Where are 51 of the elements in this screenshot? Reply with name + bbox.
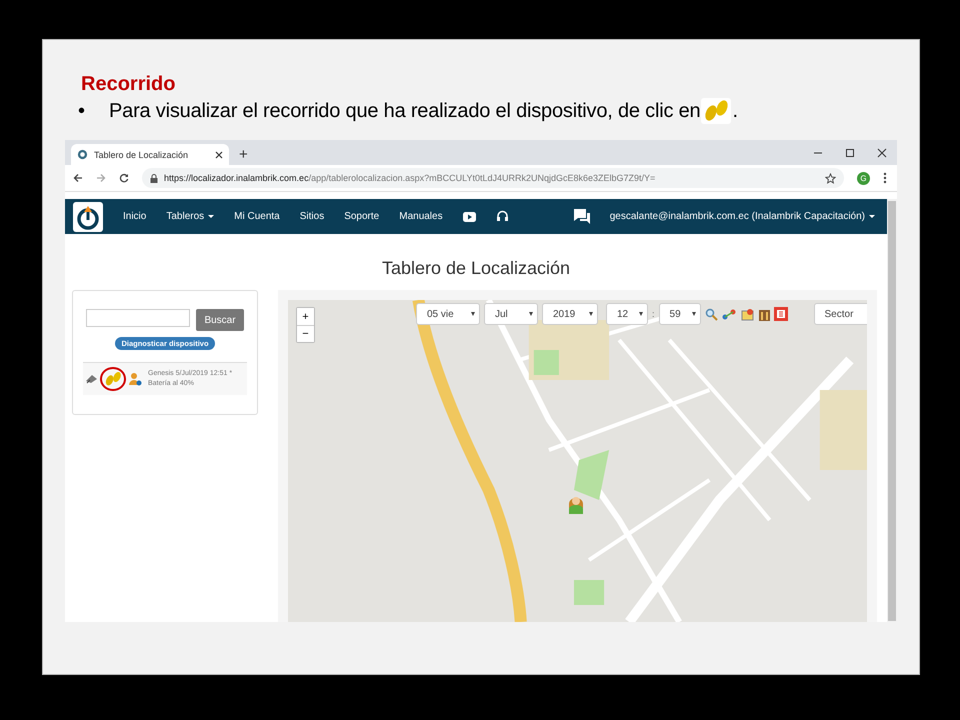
search-icon[interactable] xyxy=(704,308,718,320)
user-menu[interactable]: gescalante@inalambrik.com.ec (Inalambrik Capacitación) xyxy=(610,211,875,222)
headset-icon[interactable] xyxy=(496,210,509,223)
route-icon[interactable] xyxy=(722,308,737,320)
slide-text: Para visualizar el recorrido que ha realizado el dispositivo, de clic en xyxy=(109,100,700,122)
document-icon[interactable] xyxy=(774,307,788,321)
footprints-icon xyxy=(701,98,732,124)
nav-link[interactable]: Sitios xyxy=(300,211,324,222)
dropdown-select[interactable]: 2019 xyxy=(542,303,598,325)
chat-icon[interactable] xyxy=(574,209,590,224)
zoom-out-button[interactable]: − xyxy=(297,325,314,342)
dropdown-select[interactable]: 12 xyxy=(606,303,648,325)
nav-link[interactable]: Soporte xyxy=(344,211,380,222)
dropdown-select[interactable]: 05 vie xyxy=(416,303,480,325)
nav-link[interactable]: Mi Cuenta xyxy=(234,211,280,222)
footprints-icon xyxy=(103,370,123,388)
lock-icon xyxy=(150,174,158,182)
star-icon[interactable] xyxy=(825,172,836,184)
footprints-button[interactable] xyxy=(100,367,126,391)
slide-text-period: . xyxy=(732,100,738,122)
map-layers-icon[interactable] xyxy=(740,308,755,320)
nav-link[interactable]: Manuales xyxy=(399,211,443,222)
search-button[interactable]: Buscar xyxy=(196,309,244,331)
time-separator: : xyxy=(652,309,655,319)
logo-icon xyxy=(73,202,103,232)
dropdown-select[interactable]: Jul xyxy=(484,303,538,325)
more-icon[interactable] xyxy=(883,172,887,184)
slide-title: Recorrido xyxy=(81,72,176,96)
close-icon[interactable] xyxy=(877,148,887,158)
bullet: • xyxy=(78,100,86,122)
scrollbar-thumb[interactable] xyxy=(888,201,896,621)
satellite-icon[interactable] xyxy=(85,374,98,384)
close-icon[interactable] xyxy=(215,150,223,158)
new-tab-button[interactable]: + xyxy=(239,146,248,163)
profile-avatar[interactable]: G xyxy=(857,172,870,184)
nav-link[interactable]: Tableros xyxy=(166,211,214,222)
sector-select[interactable]: Sector xyxy=(814,303,867,325)
globe-icon xyxy=(77,149,88,160)
dropdown-select[interactable]: 59 xyxy=(658,303,701,325)
url-text: https://localizador.inalambrik.com.ec/app/tablerolocalizacion.aspx?mBCCULYt0tLdJ4URRk2UNqjdGcE8k6e3ZElbG7Z9t/Y= xyxy=(164,173,656,183)
person-icon[interactable] xyxy=(128,372,142,386)
maximize-icon[interactable] xyxy=(845,148,855,158)
nav-link[interactable]: Inicio xyxy=(123,211,146,222)
search-field[interactable] xyxy=(86,309,190,327)
reload-icon[interactable] xyxy=(119,173,129,183)
browser-tab[interactable]: Tablero de Localización xyxy=(71,144,229,165)
tab-title: Tablero de Localización xyxy=(94,150,188,160)
back-arrow-icon[interactable] xyxy=(73,173,83,183)
video-icon[interactable] xyxy=(462,212,476,222)
page-title: Tablero de Localización xyxy=(380,258,572,279)
address-field[interactable]: https://localizador.inalambrik.com.ec/app/tablerolocalizacion.aspx?mBCCULYt0tLdJ4URRk2UNqjdGcE8k6e3ZElbG7Z9t/Y= xyxy=(142,168,844,188)
